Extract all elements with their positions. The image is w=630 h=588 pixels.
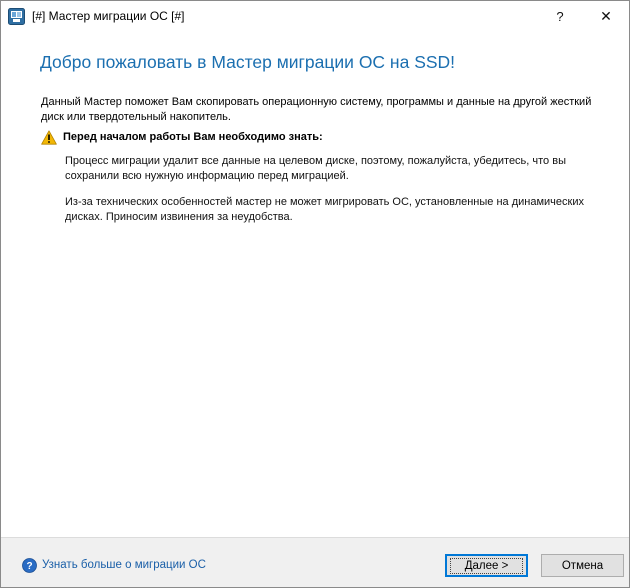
info-paragraph-dynamic-disks: Из-за технических особенностей мастер не…: [65, 196, 584, 223]
question-circle-icon: ?: [22, 557, 37, 573]
learn-more-link-text[interactable]: Узнать больше о миграции ОС: [42, 559, 206, 571]
intro-text: Данный Мастер поможет Вам скопировать оп…: [41, 96, 592, 123]
next-button[interactable]: Далее >: [445, 554, 528, 577]
cancel-button[interactable]: Отмена: [541, 554, 624, 577]
warning-icon: [41, 129, 57, 145]
wizard-content: Добро пожаловать в Мастер миграции ОС на…: [1, 32, 629, 537]
svg-text:?: ?: [26, 561, 32, 572]
warning-title: Перед началом работы Вам необходимо знат…: [63, 131, 323, 143]
help-button[interactable]: ?: [537, 1, 583, 32]
wizard-footer: ? Узнать больше о миграции ОС Далее > От…: [1, 537, 629, 587]
next-button-label: Далее >: [449, 557, 524, 574]
window-title: [#] Мастер миграции ОС [#]: [32, 9, 185, 23]
warning-header: Перед началом работы Вам необходимо знат…: [41, 129, 323, 145]
info-paragraph-data-loss: Процесс миграции удалит все данные на це…: [65, 155, 566, 182]
migration-app-icon: [8, 8, 25, 25]
title-bar[interactable]: [#] Мастер миграции ОС [#] ? ✕: [1, 1, 629, 32]
migration-wizard-window: [#] Мастер миграции ОС [#] ? ✕ Добро пож…: [0, 0, 630, 588]
help-glyph: ?: [556, 9, 564, 24]
learn-more-link[interactable]: ? Узнать больше о миграции ОС: [22, 557, 206, 573]
page-title: Добро пожаловать в Мастер миграции ОС на…: [40, 52, 456, 72]
close-button[interactable]: ✕: [583, 1, 629, 32]
close-icon: ✕: [600, 8, 612, 24]
